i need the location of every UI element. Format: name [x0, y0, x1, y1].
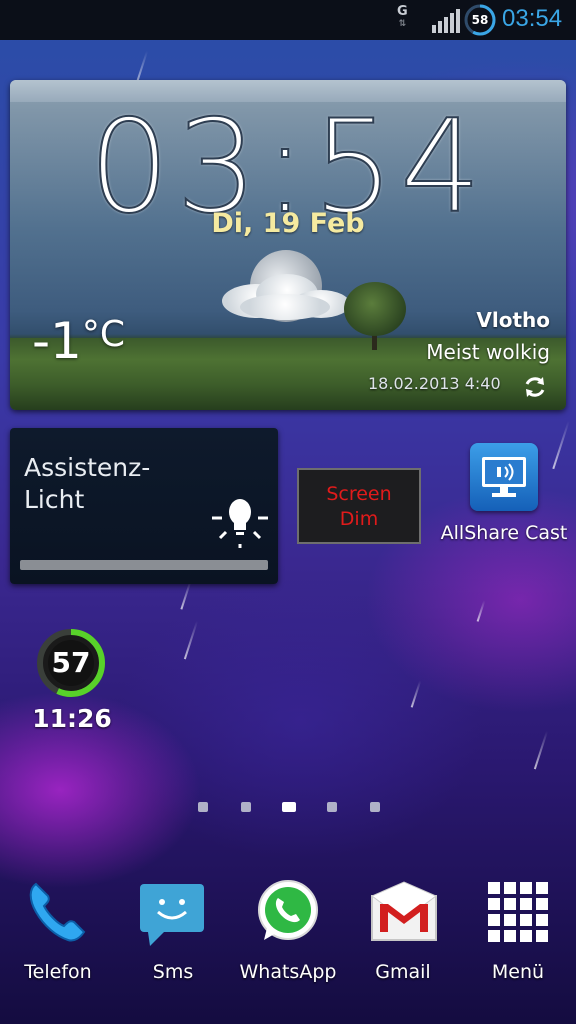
- assist-light-bar: [20, 560, 268, 570]
- screen-dim-line2: Dim: [339, 508, 379, 530]
- weather-city: Vlotho: [476, 308, 550, 332]
- dock-label-sms[interactable]: Sms: [115, 961, 231, 983]
- wallpaper-streak: [410, 680, 422, 708]
- app-grid-icon[interactable]: [484, 878, 552, 946]
- allshare-label[interactable]: AllShare Cast: [436, 522, 572, 544]
- screen-dim-line1: Screen: [326, 483, 392, 505]
- light-bulb-icon[interactable]: [208, 486, 272, 550]
- page-dot[interactable]: [198, 802, 208, 812]
- clock-date[interactable]: Di, 19 Feb: [10, 208, 566, 239]
- page-dot[interactable]: [327, 802, 337, 812]
- phone-icon[interactable]: [22, 878, 90, 946]
- dock-label-menu[interactable]: Menü: [460, 961, 576, 983]
- wallpaper-streak: [180, 580, 192, 610]
- dock-label-telefon[interactable]: Telefon: [0, 961, 116, 983]
- network-type-label: G: [397, 4, 408, 19]
- temperature-unit: °C: [81, 314, 125, 355]
- temperature: -1°C: [32, 312, 125, 370]
- battery-widget-time: 11:26: [32, 704, 112, 733]
- page-dot[interactable]: [241, 802, 251, 812]
- page-dot-active[interactable]: [282, 802, 296, 812]
- dock-label-gmail[interactable]: Gmail: [345, 961, 461, 983]
- data-arrows-icon: ⇅: [398, 19, 407, 29]
- wallpaper-streak: [183, 620, 199, 660]
- battery-level-text: 58: [471, 13, 489, 27]
- screen-dim-button[interactable]: Screen Dim: [297, 468, 421, 544]
- wallpaper-streak: [552, 420, 570, 470]
- weather-clock-widget[interactable]: 03:54 Di, 19 Feb -1°C Vlotho Meist wolki…: [10, 80, 566, 410]
- wallpaper-streak: [533, 730, 549, 770]
- battery-widget-level: 57: [51, 646, 91, 679]
- sms-icon[interactable]: [138, 880, 206, 948]
- signal-strength-icon: [432, 9, 460, 33]
- whatsapp-icon[interactable]: [254, 878, 322, 946]
- dock-label-whatsapp[interactable]: WhatsApp: [230, 961, 346, 983]
- monitor-cast-icon[interactable]: [470, 443, 538, 511]
- gmail-icon[interactable]: [370, 880, 438, 948]
- status-clock: 03:54: [502, 5, 563, 32]
- weather-updated-time: 18.02.2013 4:40: [368, 374, 501, 393]
- page-dot[interactable]: [370, 802, 380, 812]
- refresh-icon[interactable]: [522, 374, 548, 400]
- battery-icon: 58: [464, 4, 496, 36]
- status-bar[interactable]: G ⇅ 58 03:54: [0, 0, 576, 40]
- weather-condition: Meist wolkig: [426, 340, 550, 364]
- temperature-value: -1: [32, 312, 82, 370]
- assist-light-title: Assistenz-Licht: [24, 453, 151, 514]
- network-type-indicator: G ⇅: [397, 4, 408, 30]
- wallpaper-streak: [476, 600, 486, 622]
